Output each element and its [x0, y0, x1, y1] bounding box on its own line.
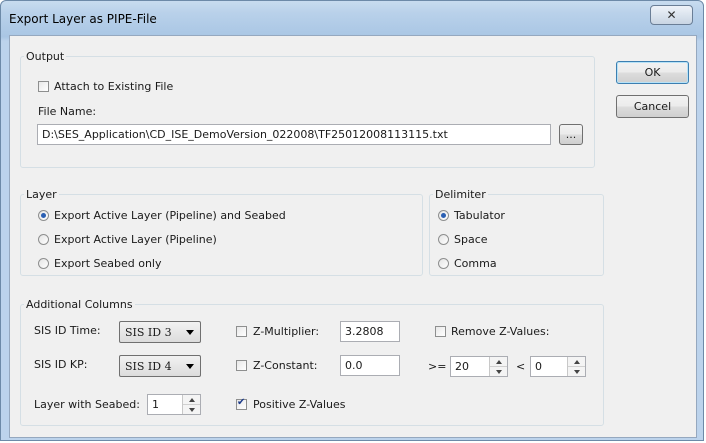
dialog-window: Export Layer as PIPE-File ✕ Output Attac… [0, 0, 704, 441]
delimiter-space-radio[interactable] [438, 234, 449, 245]
greater-equal-label: >= [428, 360, 447, 373]
spin-down-button[interactable] [490, 367, 507, 376]
sis-id-kp-value: SIS ID 4 [125, 360, 172, 373]
output-group-label: Output [24, 50, 67, 63]
dialog-body: Output Attach to Existing File File Name… [9, 35, 697, 438]
delimiter-comma-radio[interactable] [438, 258, 449, 269]
arrow-down-icon [495, 369, 502, 374]
remove-z-min-value: 20 [455, 360, 469, 373]
browse-button[interactable]: ... [559, 124, 583, 145]
arrow-up-icon [495, 359, 502, 364]
layer-option-seabed-label: Export Seabed only [54, 257, 162, 270]
arrow-down-icon [188, 407, 195, 412]
file-name-field[interactable]: D:\SES_Application\CD_ISE_DemoVersion_02… [37, 124, 551, 145]
chevron-down-icon [186, 330, 194, 335]
z-multiplier-label: Z-Multiplier: [253, 325, 320, 338]
remove-z-values-label: Remove Z-Values: [451, 325, 550, 338]
delimiter-tabulator-label: Tabulator [454, 209, 505, 222]
window-title: Export Layer as PIPE-File [9, 12, 157, 26]
delimiter-comma-label: Comma [454, 257, 497, 270]
sis-id-kp-select[interactable]: SIS ID 4 [119, 355, 201, 377]
ok-button[interactable]: OK [616, 61, 689, 84]
positive-z-values-checkbox[interactable] [236, 397, 247, 410]
additional-columns-group-label: Additional Columns [24, 298, 135, 311]
spin-down-button[interactable] [183, 405, 200, 414]
z-constant-field[interactable]: 0.0 [340, 355, 400, 376]
positive-z-values-label: Positive Z-Values [253, 398, 346, 411]
z-constant-checkbox[interactable] [236, 360, 247, 371]
arrow-up-icon [573, 359, 580, 364]
sis-id-time-select[interactable]: SIS ID 3 [119, 321, 201, 343]
sis-id-time-value: SIS ID 3 [125, 326, 172, 339]
sis-id-kp-label: SIS ID KP: [34, 358, 88, 371]
z-constant-label: Z-Constant: [253, 359, 318, 372]
remove-z-max-spinner[interactable]: 0 [530, 356, 586, 377]
arrow-up-icon [188, 397, 195, 402]
attach-existing-label: Attach to Existing File [54, 80, 174, 93]
layer-with-seabed-label: Layer with Seabed: [34, 398, 140, 411]
spin-up-button[interactable] [490, 357, 507, 367]
arrow-down-icon [573, 369, 580, 374]
sis-id-time-label: SIS ID Time: [34, 324, 101, 337]
attach-existing-checkbox[interactable] [38, 81, 49, 92]
z-multiplier-field[interactable]: 3.2808 [340, 321, 400, 342]
delimiter-tabulator-radio[interactable] [438, 210, 449, 221]
less-than-label: < [516, 360, 526, 373]
layer-group-label: Layer [24, 188, 59, 201]
z-multiplier-checkbox[interactable] [236, 326, 247, 337]
cancel-button[interactable]: Cancel [616, 95, 689, 118]
spin-up-button[interactable] [183, 395, 200, 405]
title-bar[interactable]: Export Layer as PIPE-File ✕ [1, 1, 703, 37]
delimiter-space-label: Space [454, 233, 488, 246]
layer-option-pipeline-radio[interactable] [38, 234, 49, 245]
remove-z-values-checkbox[interactable] [435, 326, 446, 337]
remove-z-min-spinner[interactable]: 20 [450, 356, 508, 377]
spin-down-button[interactable] [568, 367, 585, 376]
chevron-down-icon [186, 364, 194, 369]
layer-option-seabed-radio[interactable] [38, 258, 49, 269]
delimiter-group-label: Delimiter [433, 188, 488, 201]
layer-option-pipeline-and-seabed-label: Export Active Layer (Pipeline) and Seabe… [54, 209, 286, 222]
layer-option-pipeline-label: Export Active Layer (Pipeline) [54, 233, 217, 246]
layer-option-pipeline-and-seabed-radio[interactable] [38, 210, 49, 221]
output-group [20, 56, 595, 168]
layer-with-seabed-spinner[interactable]: 1 [147, 394, 201, 415]
remove-z-max-value: 0 [535, 360, 542, 373]
layer-with-seabed-value: 1 [152, 398, 159, 411]
spin-up-button[interactable] [568, 357, 585, 367]
file-name-label: File Name: [38, 105, 97, 118]
close-button[interactable]: ✕ [650, 5, 693, 25]
close-icon: ✕ [666, 8, 677, 22]
